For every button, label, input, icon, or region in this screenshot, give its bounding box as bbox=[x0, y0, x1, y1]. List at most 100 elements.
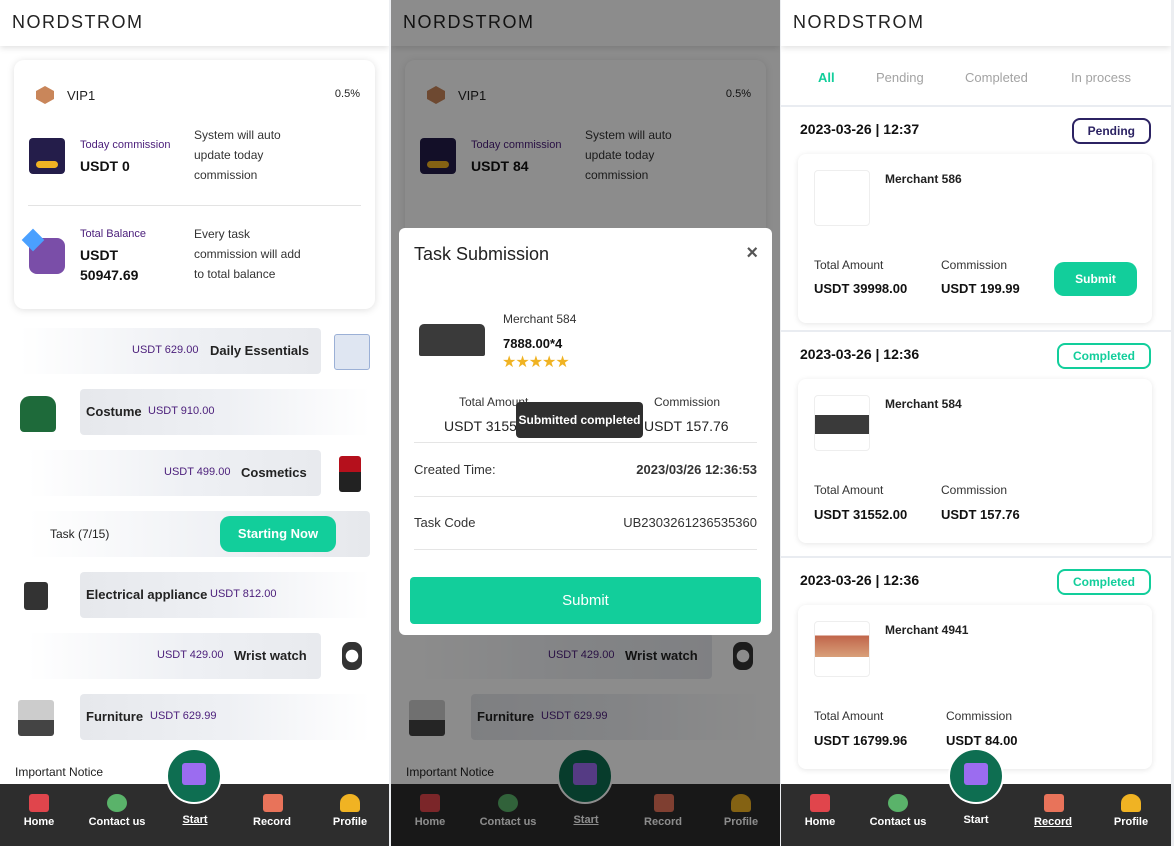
important-notice: Important Notice bbox=[15, 765, 104, 779]
header: NORDSTROM bbox=[781, 0, 1171, 46]
merchant-name: Merchant 586 bbox=[885, 172, 962, 186]
category-price: USDT 812.00 bbox=[210, 588, 277, 600]
nav-contact[interactable]: Contact us bbox=[82, 816, 152, 828]
today-commission-value: USDT 0 bbox=[80, 158, 130, 174]
vip-label: VIP1 bbox=[67, 88, 96, 103]
commission-label: Commission bbox=[946, 709, 1013, 723]
modal-title: Task Submission bbox=[414, 244, 550, 264]
submit-button[interactable]: Submit bbox=[410, 577, 761, 624]
status-badge: Completed bbox=[1056, 343, 1151, 369]
account-card: VIP1 0.5% Today commission USDT 0 System… bbox=[14, 60, 375, 309]
washer-icon bbox=[24, 582, 48, 610]
category-name: Electrical appliance bbox=[86, 587, 208, 602]
nav-contact[interactable]: Contact us bbox=[863, 816, 933, 828]
commission-label: Commission bbox=[941, 258, 1008, 272]
product-image bbox=[814, 170, 870, 226]
total-balance-desc: Every task commission will add to total … bbox=[194, 227, 301, 281]
category-name: Cosmetics bbox=[241, 465, 307, 480]
merchant-name: Merchant 4941 bbox=[885, 623, 969, 637]
record-date: 2023-03-26 | 12:37 bbox=[800, 121, 920, 137]
tab-completed[interactable]: Completed bbox=[965, 70, 1028, 85]
record-card: Merchant 586 Total Amount USDT 39998.00 … bbox=[798, 154, 1152, 323]
record-date: 2023-03-26 | 12:36 bbox=[800, 346, 920, 362]
tab-in-process[interactable]: In process bbox=[1071, 70, 1131, 85]
task-submission-modal: Task Submission × Merchant 584 7888.00*4… bbox=[399, 228, 772, 635]
category-daily-essentials[interactable]: USDT 629.00 Daily Essentials bbox=[20, 328, 321, 374]
commission-label: Commission bbox=[941, 483, 1008, 497]
category-price: USDT 429.00 bbox=[157, 649, 224, 661]
home-icon bbox=[29, 794, 49, 812]
nav-start[interactable]: Start bbox=[941, 814, 1011, 826]
profile-icon bbox=[340, 794, 360, 812]
home-screen: NORDSTROM VIP1 0.5% Today commission USD… bbox=[0, 0, 389, 846]
contact-icon bbox=[107, 794, 127, 812]
category-costume[interactable]: Costume USDT 910.00 bbox=[80, 389, 370, 435]
divider bbox=[414, 549, 757, 550]
created-time-value: 2023/03/26 12:36:53 bbox=[636, 462, 757, 477]
commission-value: USDT 157.76 bbox=[644, 418, 729, 434]
category-name: Wrist watch bbox=[234, 648, 307, 663]
total-amount-value: USDT 39998.00 bbox=[814, 281, 908, 296]
total-balance-label: Total Balance bbox=[80, 228, 147, 240]
starting-now-button[interactable]: Starting Now bbox=[220, 516, 336, 552]
nav-profile[interactable]: Profile bbox=[1096, 816, 1166, 828]
category-electrical-appliance[interactable]: Electrical appliance USDT 812.00 bbox=[80, 572, 370, 618]
category-name: Daily Essentials bbox=[210, 343, 309, 358]
task-progress: Task (7/15) bbox=[50, 527, 110, 541]
tab-pending[interactable]: Pending bbox=[876, 70, 924, 85]
close-icon[interactable]: × bbox=[746, 242, 758, 265]
category-wrist-watch[interactable]: USDT 429.00 Wrist watch bbox=[28, 633, 321, 679]
rating-stars: ★★★★★ bbox=[502, 354, 570, 371]
category-furniture[interactable]: Furniture USDT 629.99 bbox=[80, 694, 370, 740]
merchant-name: Merchant 584 bbox=[885, 397, 962, 411]
category-name: Costume bbox=[86, 404, 142, 419]
nav-record[interactable]: Record bbox=[237, 816, 307, 828]
tab-all[interactable]: All bbox=[818, 70, 835, 85]
record-card: Merchant 4941 Total Amount USDT 16799.96… bbox=[798, 605, 1152, 769]
sweater-icon bbox=[20, 396, 56, 432]
submit-button[interactable]: Submit bbox=[1054, 262, 1137, 296]
nav-start[interactable]: Start bbox=[160, 814, 230, 826]
category-cosmetics[interactable]: USDT 499.00 Cosmetics bbox=[28, 450, 321, 496]
total-balance-amount: 50947.69 bbox=[80, 267, 139, 283]
home-icon bbox=[810, 794, 830, 812]
divider bbox=[28, 205, 361, 206]
today-commission-label: Today commission bbox=[80, 139, 171, 151]
record-card: Merchant 584 Total Amount USDT 31552.00 … bbox=[798, 379, 1152, 543]
task-row: Task (7/15) Starting Now bbox=[28, 511, 370, 557]
status-badge: Pending bbox=[1071, 118, 1151, 144]
mask-icon bbox=[334, 334, 370, 370]
category-price: USDT 629.00 bbox=[132, 344, 199, 356]
commission-value: USDT 157.76 bbox=[941, 507, 1020, 522]
total-amount-label: Total Amount bbox=[814, 483, 884, 497]
divider bbox=[781, 556, 1171, 558]
nav-home[interactable]: Home bbox=[785, 816, 855, 828]
task-submission-screen: NORDSTROM VIP1 0.5% Today commission USD… bbox=[391, 0, 780, 846]
vip-badge-icon bbox=[36, 86, 54, 104]
status-badge: Completed bbox=[1056, 569, 1151, 595]
contact-icon bbox=[888, 794, 908, 812]
product-image bbox=[419, 324, 485, 356]
category-price: USDT 910.00 bbox=[148, 405, 215, 417]
task-code-value: UB2303261236535360 bbox=[623, 515, 757, 530]
divider bbox=[781, 330, 1171, 332]
product-price: 7888.00*4 bbox=[503, 336, 563, 351]
commission-value: USDT 84.00 bbox=[946, 733, 1018, 748]
total-amount-label: Total Amount bbox=[814, 709, 884, 723]
total-amount-value: USDT 16799.96 bbox=[814, 733, 908, 748]
nav-home[interactable]: Home bbox=[4, 816, 74, 828]
task-code-label: Task Code bbox=[414, 515, 476, 530]
watch-icon bbox=[342, 642, 362, 670]
start-cart-icon[interactable] bbox=[948, 748, 1004, 804]
lipstick-icon bbox=[339, 456, 361, 492]
nav-profile[interactable]: Profile bbox=[315, 816, 385, 828]
product-image bbox=[814, 395, 870, 451]
profile-icon bbox=[1121, 794, 1141, 812]
start-cart-icon[interactable] bbox=[166, 748, 222, 804]
category-name: Furniture bbox=[86, 709, 144, 724]
merchant-name: Merchant 584 bbox=[503, 312, 577, 326]
nav-record[interactable]: Record bbox=[1018, 816, 1088, 828]
record-icon bbox=[1044, 794, 1064, 812]
total-balance-currency: USDT bbox=[80, 247, 119, 263]
header: NORDSTROM bbox=[0, 0, 389, 46]
